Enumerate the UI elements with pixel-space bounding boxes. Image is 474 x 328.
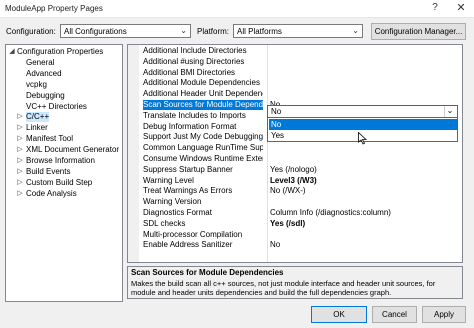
property-name: Diagnostics Format [143,208,212,217]
tree-item[interactable]: Browse Information [26,156,95,166]
property-row[interactable]: Treat Warnings As Errors No (/WX-) [128,186,462,196]
window-title: ModuleApp Property Pages [5,4,103,13]
property-name: Scan Sources for Module Dependencies [143,100,263,110]
property-name: Additional Header Unit Dependencies [143,89,263,99]
property-name: Additional #using Directories [143,56,245,66]
property-name: Support Just My Code Debugging [143,132,263,142]
expand-icon[interactable]: ▷ [16,145,24,153]
cancel-button[interactable]: Cancel [372,306,417,323]
chevron-down-icon: ⌄ [352,26,359,35]
tree-item[interactable]: Linker [26,123,48,133]
property-name: Multi-processor Compilation [143,229,243,239]
configuration-label: Configuration: [6,27,56,36]
property-row[interactable]: Suppress Startup Banner Yes (/nologo) [128,164,462,175]
expand-icon[interactable]: ▷ [16,178,24,186]
property-tree[interactable]: ◢ Configuration Properties General Advanced… [5,44,123,302]
property-row[interactable]: Multi-processor Compilation [128,229,462,240]
property-name: Warning Level [143,175,194,185]
property-row[interactable]: Warning Level Level3 (/W3) [128,175,462,186]
property-row[interactable]: Additional Header Unit Dependencies [128,89,462,99]
property-name: Enable Address Sanitizer [143,240,233,250]
expand-icon[interactable]: ▷ [16,189,24,197]
property-row[interactable]: Diagnostics Format Column Info (/diagnost… [128,208,462,218]
configuration-value: All Configurations [64,27,127,36]
property-row[interactable]: Warning Version [128,197,462,207]
property-name: Translate Includes to Imports [143,110,246,120]
expand-icon[interactable]: ▷ [16,112,24,120]
property-name: SDL checks [143,218,186,228]
tree-item[interactable]: C/C++ [26,112,50,123]
tree-item[interactable]: General [26,58,54,68]
close-icon[interactable]: ✕ [454,1,468,15]
platform-value: All Platforms [237,27,282,36]
property-name: Additional Module Dependencies [143,78,260,88]
collapse-icon[interactable]: ◢ [8,47,16,55]
property-name: Common Language RunTime Support [143,143,263,153]
tree-item[interactable]: vcpkg [26,80,47,90]
description-panel: Scan Sources for Module Dependencies Mak… [127,266,463,299]
expand-icon[interactable]: ▷ [16,123,24,131]
property-row[interactable]: Additional Include Directories [128,46,462,56]
mouse-cursor-icon [358,132,367,145]
tree-item[interactable]: Manifest Tool [26,134,73,144]
property-value: Yes (/nologo) [270,164,317,174]
expand-icon[interactable]: ▷ [16,167,24,175]
platform-label: Platform: [197,27,230,36]
configuration-select[interactable]: All Configurations ⌄ [60,24,191,38]
property-name: Warning Version [143,197,202,207]
help-icon[interactable]: ? [429,2,441,14]
tree-item[interactable]: Debugging [26,91,65,101]
property-value: Yes (/sdl) [270,218,306,228]
tree-item[interactable]: VC++ Directories [26,102,87,112]
tree-item[interactable]: Configuration Properties [17,47,103,57]
property-value: No (/WX-) [270,186,306,196]
dropdown-option-no[interactable]: No [269,119,458,130]
property-value: Column Info (/diagnostics:column) [270,208,391,217]
property-grid[interactable]: Additional Include Directories Additional… [127,44,463,263]
property-name: Suppress Startup Banner [143,164,233,174]
property-name: Additional BMI Directories [143,67,236,77]
property-row[interactable]: Consume Windows Runtime Extension [128,154,462,164]
dropdown-value: No [271,107,282,116]
property-name: Consume Windows Runtime Extension [143,154,263,163]
chevron-down-icon[interactable]: ⌄ [444,106,455,117]
platform-select[interactable]: All Platforms ⌄ [233,24,363,38]
property-row[interactable]: SDL checks Yes (/sdl) [128,218,462,229]
expand-icon[interactable]: ▷ [16,134,24,142]
tree-item[interactable]: Code Analysis [26,189,77,199]
property-row[interactable]: Common Language RunTime Support [128,143,462,153]
ok-button[interactable]: OK [311,306,367,323]
property-row[interactable]: Additional #using Directories [128,56,462,67]
property-name: Treat Warnings As Errors [143,186,233,196]
apply-button[interactable]: Apply [422,306,466,323]
description-text: Makes the build scan all c++ sources, no… [131,279,436,297]
property-name: Debug Information Format [143,121,237,131]
property-row[interactable]: Enable Address Sanitizer No [128,240,462,250]
property-row[interactable]: Additional BMI Directories [128,67,462,78]
tree-item[interactable]: Build Events [26,167,70,177]
tree-item[interactable]: Custom Build Step [26,178,92,188]
tree-item[interactable]: Advanced [26,69,62,79]
description-title: Scan Sources for Module Dependencies [131,268,284,277]
tree-item[interactable]: XML Document Generator [26,145,119,155]
expand-icon[interactable]: ▷ [16,156,24,164]
property-row[interactable]: Additional Module Dependencies [128,78,462,88]
property-name: Additional Include Directories [143,46,247,55]
property-value: No [270,240,281,250]
title-bar: ModuleApp Property Pages ? ✕ [0,0,474,18]
configuration-manager-button[interactable]: Configuration Manager... [371,23,466,40]
property-value: Level3 (/W3) [270,175,317,185]
chevron-down-icon: ⌄ [180,26,187,35]
